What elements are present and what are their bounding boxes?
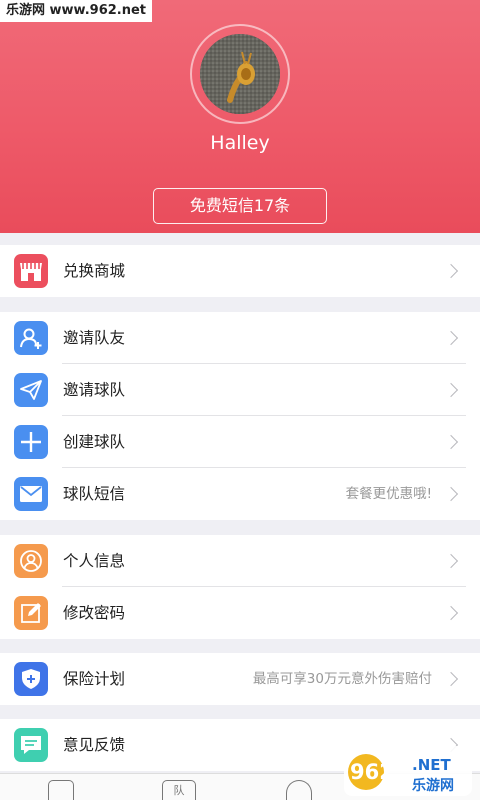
username: Halley: [210, 132, 270, 154]
chevron-right-icon: [443, 330, 459, 346]
tab-chat-icon[interactable]: [286, 780, 312, 800]
menu-hint: 最高可享30万元意外伤害赔付: [252, 671, 432, 687]
chevron-right-icon: [443, 434, 459, 450]
menu-item-change-password[interactable]: 修改密码: [0, 587, 480, 639]
paper-plane-icon: [14, 373, 48, 407]
menu-hint: 套餐更优惠哦!: [345, 486, 432, 502]
svg-text:.NET: .NET: [412, 756, 451, 774]
menu-item-create-team[interactable]: 创建球队: [0, 416, 480, 468]
chevron-right-icon: [443, 263, 459, 279]
menu-item-invite-team[interactable]: 邀请球队: [0, 364, 480, 416]
person-icon: [14, 544, 48, 578]
chevron-right-icon: [443, 486, 459, 502]
menu-label: 保险计划: [63, 670, 126, 688]
menu-label: 修改密码: [63, 604, 126, 622]
menu-item-team-sms[interactable]: 球队短信 套餐更优惠哦!: [0, 468, 480, 520]
menu-label: 意见反馈: [63, 736, 126, 754]
menu-group-account: 个人信息 修改密码: [0, 535, 480, 639]
menu-label: 邀请队友: [63, 329, 126, 347]
menu-label: 邀请球队: [63, 381, 126, 399]
free-sms-button[interactable]: 免费短信17条: [153, 188, 327, 224]
menu-item-profile-info[interactable]: 个人信息: [0, 535, 480, 587]
edit-icon: [14, 596, 48, 630]
chevron-right-icon: [443, 671, 459, 687]
tab-team-icon[interactable]: 队: [162, 780, 196, 800]
chevron-right-icon: [443, 553, 459, 569]
plus-icon: [14, 425, 48, 459]
svg-text:乐游网: 乐游网: [412, 777, 454, 794]
watermark-top: 乐游网 www.962.net: [0, 0, 153, 22]
menu-group-team: 邀请队友 邀请球队 创建球队 球队短信 套餐更优惠哦!: [0, 312, 480, 520]
avatar-ring: [190, 24, 290, 124]
menu-group-shop: 兑换商城: [0, 245, 480, 297]
snail-photo-icon: [200, 34, 280, 114]
menu-label: 个人信息: [63, 552, 126, 570]
profile-header: 乐游网 www.962.net Halley 免费短信17条: [0, 0, 480, 233]
chevron-right-icon: [443, 382, 459, 398]
watermark-logo: 962 .NET 乐游网: [344, 746, 472, 796]
menu-item-insurance[interactable]: 保险计划 最高可享30万元意外伤害赔付: [0, 653, 480, 705]
chevron-right-icon: [443, 605, 459, 621]
shield-plus-icon: [14, 662, 48, 696]
menu-label: 创建球队: [63, 433, 126, 451]
tab-home-icon[interactable]: [48, 780, 74, 800]
chat-icon: [14, 728, 48, 762]
menu-item-shop[interactable]: 兑换商城: [0, 245, 480, 297]
add-user-icon: [14, 321, 48, 355]
store-icon: [14, 254, 48, 288]
menu-label: 兑换商城: [63, 262, 126, 280]
menu-label: 球队短信: [63, 485, 126, 503]
avatar[interactable]: [200, 34, 280, 114]
svg-text:962: 962: [350, 760, 394, 784]
menu-item-invite-member[interactable]: 邀请队友: [0, 312, 480, 364]
menu-group-insurance: 保险计划 最高可享30万元意外伤害赔付: [0, 653, 480, 705]
mail-icon: [14, 477, 48, 511]
